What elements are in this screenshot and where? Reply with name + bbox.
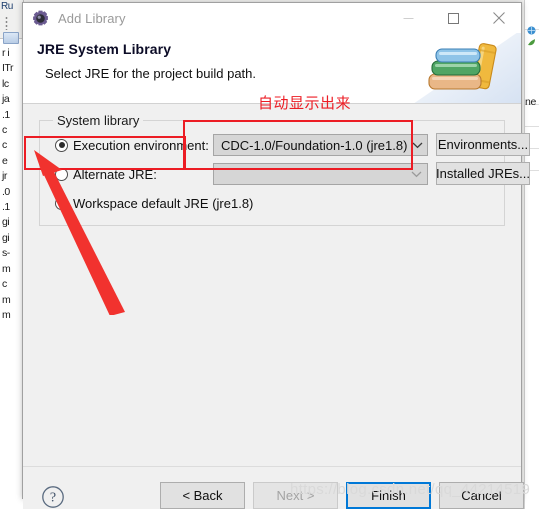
dialog-title: Add Library	[58, 10, 126, 26]
tree-line: s-	[2, 247, 10, 260]
execution-environment-combo[interactable]: CDC-1.0/Foundation-1.0 (jre1.8)	[213, 134, 428, 156]
dialog-titlebar[interactable]: Add Library	[23, 3, 521, 33]
window-controls	[386, 3, 521, 33]
tree-line: .1	[2, 108, 10, 121]
tree-line: ITr	[2, 62, 13, 75]
tree-line: lc	[2, 77, 9, 90]
option-row-alternate-jre[interactable]: Alternate JRE:	[55, 163, 157, 185]
page-title: JRE System Library	[37, 41, 172, 57]
close-icon[interactable]	[476, 3, 521, 33]
tree-line: m	[2, 308, 11, 321]
radio-execution-environment[interactable]	[55, 138, 68, 152]
installed-jres-button[interactable]: Installed JREs...	[436, 162, 530, 185]
environments-button[interactable]: Environments...	[436, 133, 530, 156]
add-library-dialog: Add Library JRE System Library Select JR…	[22, 2, 530, 509]
background-tab-label: Ru	[1, 1, 13, 12]
page-subtitle: Select JRE for the project build path.	[45, 66, 257, 81]
background-right-panel: ne	[524, 0, 539, 509]
alternate-jre-combo	[213, 163, 428, 185]
label-alternate-jre: Alternate JRE:	[73, 166, 157, 182]
background-globe-icon	[527, 22, 536, 35]
system-library-legend: System library	[53, 113, 144, 128]
svg-text:?: ?	[50, 491, 56, 506]
annotation-note: 自动显示出来	[258, 95, 352, 112]
background-tree-text: r i ITr lc ja .1 c c e jr .0 .1 gi gi s-…	[0, 46, 23, 323]
tree-line: m	[2, 293, 11, 306]
tree-line: jr	[2, 170, 7, 183]
background-dots-icon	[5, 16, 8, 30]
option-row-workspace-default-jre[interactable]: Workspace default JRE (jre1.8)	[55, 192, 253, 214]
tree-line: c	[2, 278, 7, 291]
label-execution-environment: Execution environment:	[73, 137, 209, 153]
chevron-down-icon[interactable]	[407, 141, 427, 149]
screenshot-root: Ru r i ITr lc ja .1 c c e jr .0 .1 gi gi…	[0, 0, 539, 509]
tree-line: gi	[2, 231, 10, 244]
help-question-icon[interactable]: ?	[41, 485, 65, 509]
tree-line: .1	[2, 201, 10, 214]
tree-line: gi	[2, 216, 10, 229]
radio-workspace-default-jre[interactable]	[55, 196, 68, 210]
radio-alternate-jre[interactable]	[55, 167, 68, 181]
watermark-text: https://blog.csdn.net/qq_44214519	[290, 481, 531, 498]
tree-line: ja	[2, 93, 10, 106]
tree-line: c	[2, 124, 7, 137]
background-leaf-icon	[527, 34, 536, 46]
tree-line: e	[2, 154, 8, 167]
tree-line: .0	[2, 185, 10, 198]
background-right-label: ne	[525, 96, 536, 108]
label-workspace-default-jre: Workspace default JRE (jre1.8)	[73, 195, 254, 211]
background-view-icon	[3, 32, 19, 44]
maximize-icon[interactable]	[431, 3, 476, 33]
dialog-body: System library Execution environment: CD…	[23, 104, 530, 466]
minimize-icon[interactable]	[386, 3, 431, 33]
chevron-down-icon	[405, 170, 427, 178]
background-left-panel: Ru r i ITr lc ja .1 c c e jr .0 .1 gi gi…	[0, 0, 24, 509]
execution-environment-combo-value: CDC-1.0/Foundation-1.0 (jre1.8)	[221, 137, 408, 153]
eclipse-gear-icon	[32, 10, 49, 27]
back-button[interactable]: < Back	[160, 482, 245, 509]
tree-line: c	[2, 139, 7, 152]
book-stack-icon	[413, 33, 521, 103]
tree-line: m	[2, 262, 11, 275]
option-row-execution-environment[interactable]: Execution environment:	[55, 134, 209, 156]
tree-line: r i	[2, 47, 10, 59]
